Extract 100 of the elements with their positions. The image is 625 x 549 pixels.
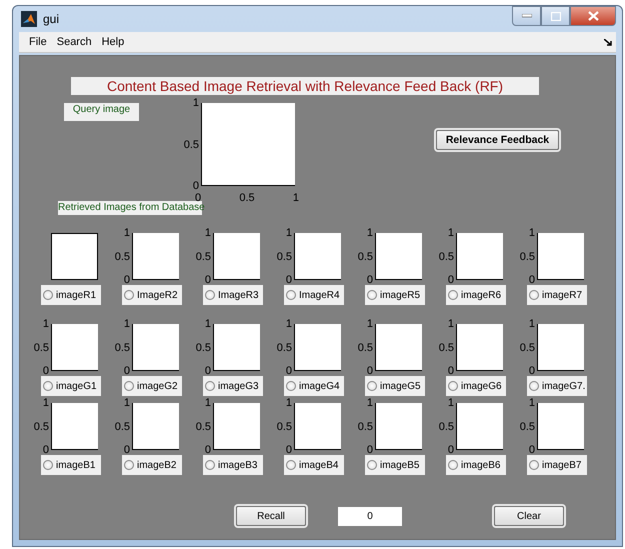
radio-icon[interactable]	[529, 381, 539, 391]
image-radio-button[interactable]: imageB7	[527, 455, 587, 475]
tick-label: 1	[124, 318, 130, 330]
image-radio-button[interactable]: imageB2	[122, 455, 182, 475]
title-banner: Content Based Image Retrieval with Relevance Feed Back (RF)	[71, 77, 539, 95]
image-axes	[132, 233, 179, 280]
image-axes	[294, 324, 341, 371]
window-title: gui	[43, 12, 60, 26]
tick-label: 0	[204, 444, 211, 456]
radio-icon[interactable]	[448, 381, 458, 391]
tick-label: 0	[448, 444, 454, 456]
radio-icon[interactable]	[448, 290, 458, 300]
tick-label: 1	[42, 397, 49, 409]
image-radio-button[interactable]: imageR6	[446, 285, 506, 305]
image-radio-button[interactable]: imageG4	[284, 376, 344, 396]
image-radio-button[interactable]: imageG5	[365, 376, 425, 396]
image-axes	[537, 233, 584, 280]
radio-icon[interactable]	[205, 290, 215, 300]
image-radio-button[interactable]: imageG3	[203, 376, 263, 396]
radio-icon[interactable]	[43, 381, 53, 391]
tick-label: 0	[448, 274, 454, 286]
radio-icon[interactable]	[286, 460, 296, 470]
clear-button[interactable]: Clear	[494, 506, 564, 526]
tick-label: 0.5	[196, 420, 211, 432]
image-axes	[456, 403, 503, 450]
radio-icon[interactable]	[367, 381, 377, 391]
maximize-icon	[550, 12, 560, 20]
image-radio-button[interactable]: imageB5	[365, 455, 425, 475]
tick-label: 0.5	[114, 250, 130, 262]
minimize-button[interactable]	[512, 6, 541, 26]
image-axes	[375, 324, 422, 371]
tick-label: 0.5	[438, 420, 454, 432]
image-radio-button[interactable]: imageG7.	[527, 376, 587, 396]
tick-label: 1	[448, 318, 454, 330]
radio-icon[interactable]	[286, 381, 296, 391]
image-radio-button[interactable]: imageG6	[446, 376, 506, 396]
menu-item[interactable]: Help	[96, 36, 130, 48]
tick-label: 0	[204, 365, 211, 377]
recall-button[interactable]: Recall	[236, 506, 306, 526]
image-axes	[51, 403, 98, 450]
radio-icon[interactable]	[124, 381, 134, 391]
image-axes	[213, 324, 260, 371]
radio-icon[interactable]	[124, 290, 134, 300]
image-radio-button[interactable]: imageR1	[41, 285, 101, 305]
image-radio-button[interactable]: ImageR4	[284, 285, 344, 305]
tick-label: 0.5	[358, 342, 373, 354]
radio-icon[interactable]	[448, 460, 458, 470]
radio-icon[interactable]	[529, 290, 539, 300]
image-axes	[294, 403, 341, 450]
image-axes	[537, 324, 584, 371]
tick-label: 0	[366, 274, 373, 286]
radio-icon[interactable]	[43, 290, 53, 300]
tick-label: 1	[286, 227, 292, 239]
image-radio-button[interactable]: imageR7	[527, 285, 587, 305]
close-button[interactable]	[570, 6, 616, 26]
image-radio-button[interactable]: imageG1	[41, 376, 101, 396]
tick-label: 0.5	[196, 342, 211, 354]
radio-icon[interactable]	[286, 290, 296, 300]
radio-icon[interactable]	[205, 381, 215, 391]
image-radio-button[interactable]: imageB1	[41, 455, 101, 475]
image-radio-button[interactable]: imageB3	[203, 455, 263, 475]
tick-label: 0	[528, 444, 535, 456]
minimize-icon	[522, 14, 532, 18]
tick-label: 1	[286, 397, 292, 409]
image-radio-button[interactable]: ImageR2	[122, 285, 182, 305]
image-axes	[375, 403, 422, 450]
tick-label: 0.5	[520, 342, 535, 354]
tick-label: 0	[528, 365, 535, 377]
radio-icon[interactable]	[124, 460, 134, 470]
image-radio-button[interactable]: imageB6	[446, 455, 506, 475]
radio-icon[interactable]	[529, 460, 539, 470]
tick-label: 0	[366, 444, 373, 456]
tick-label: 0.5	[34, 420, 49, 432]
tick-label: 1	[204, 227, 211, 239]
tick-label: 1	[366, 227, 373, 239]
tick-label: 0.5	[520, 250, 535, 262]
count-field[interactable]: 0	[338, 506, 402, 526]
tick-label: 0	[42, 365, 49, 377]
menu-item[interactable]: File	[24, 36, 52, 48]
tick-label: 1	[528, 397, 535, 409]
tick-label: 0.5	[276, 250, 292, 262]
tick-label: 0	[204, 274, 211, 286]
menu-item[interactable]: Search	[52, 36, 97, 48]
image-radio-button[interactable]: ImageR3	[203, 285, 263, 305]
radio-icon[interactable]	[43, 460, 53, 470]
radio-icon[interactable]	[367, 290, 377, 300]
tick-label: 0.5	[276, 420, 292, 432]
tick-label: 0.5	[196, 250, 211, 262]
relevance-feedback-button[interactable]: Relevance Feedback	[436, 130, 559, 150]
tick-label: 0.5	[34, 342, 49, 354]
tick-label: 1	[366, 318, 373, 330]
image-radio-button[interactable]: imageG2	[122, 376, 182, 396]
radio-icon[interactable]	[205, 460, 215, 470]
image-radio-button[interactable]: imageB4	[284, 455, 344, 475]
image-radio-button[interactable]: imageR5	[365, 285, 425, 305]
tick-label: 0.5	[358, 420, 373, 432]
radio-icon[interactable]	[367, 460, 377, 470]
app-icon	[21, 11, 37, 27]
maximize-button[interactable]	[541, 6, 570, 26]
dock-arrow-icon[interactable]	[604, 38, 612, 46]
